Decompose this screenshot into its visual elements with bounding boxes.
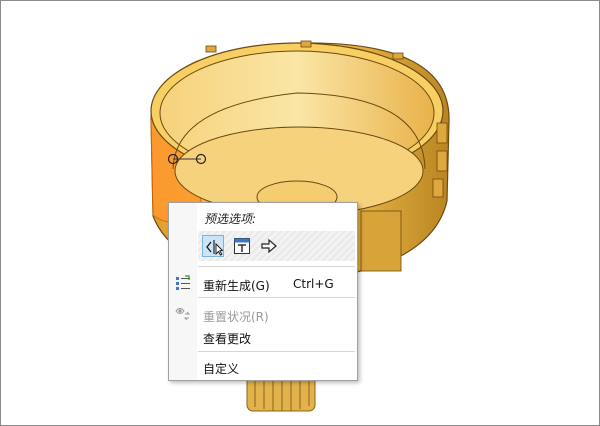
menu-title: 预选选项:	[204, 212, 257, 226]
regenerate-icon	[176, 275, 190, 290]
feature-filter-icon	[234, 238, 250, 254]
regenerate-shortcut: Ctrl+G	[293, 277, 334, 291]
menu-icon-gutter	[169, 203, 197, 380]
menu-separator	[198, 266, 355, 267]
menu-item-regenerate[interactable]: 重新生成(G)	[203, 277, 270, 294]
reset-status-icon	[175, 308, 191, 321]
geometry-filter-button[interactable]	[202, 235, 224, 257]
graphics-window: 预选选项: 重新生成(G) Ctrl+G 重置状况(R) 查看更改 自定义	[0, 0, 600, 426]
menu-item-reset-status: 重置状况(R)	[203, 310, 269, 324]
context-menu: 预选选项: 重新生成(G) Ctrl+G 重置状况(R) 查看更改 自定义	[168, 202, 358, 381]
geometry-filter-icon	[206, 240, 223, 256]
menu-separator	[198, 297, 355, 298]
arrow-right-icon	[261, 238, 277, 254]
next-filter-button[interactable]	[258, 235, 280, 257]
menu-item-view-changes[interactable]: 查看更改	[203, 330, 251, 347]
menu-item-customize[interactable]: 自定义	[203, 360, 239, 377]
feature-filter-button[interactable]	[231, 235, 253, 257]
preselection-filter-bar	[198, 231, 355, 261]
menu-separator	[198, 351, 355, 352]
